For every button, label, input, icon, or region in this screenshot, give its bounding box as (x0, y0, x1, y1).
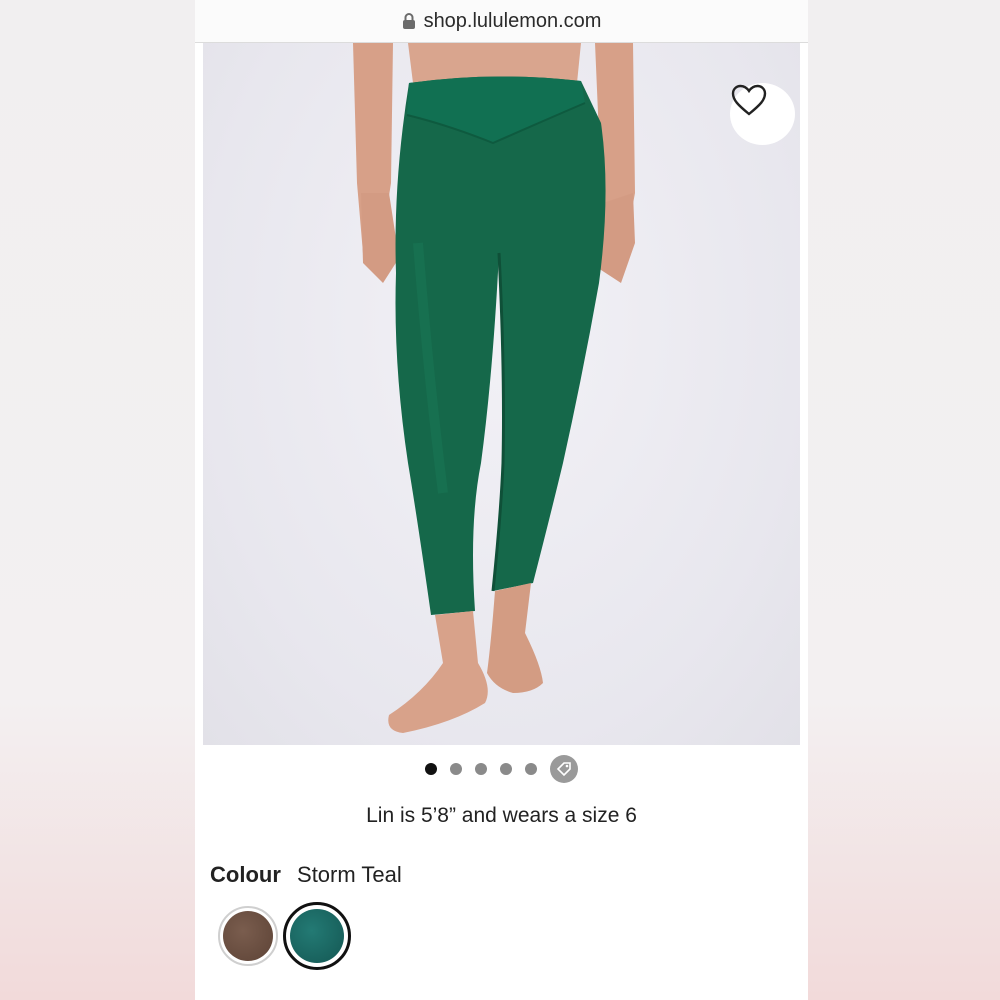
tag-icon[interactable] (550, 755, 578, 783)
carousel-dot[interactable] (475, 763, 487, 775)
left-backdrop (0, 0, 195, 1000)
carousel-dot[interactable] (425, 763, 437, 775)
image-carousel-indicator (195, 753, 808, 785)
colour-label: Colour (210, 862, 281, 887)
colour-swatch-brown[interactable] (218, 906, 278, 966)
colour-value: Storm Teal (297, 862, 402, 887)
url-text: shop.lululemon.com (423, 9, 602, 32)
model-illustration (353, 43, 635, 733)
carousel-dot[interactable] (450, 763, 462, 775)
product-image[interactable] (203, 43, 800, 745)
carousel-dot[interactable] (500, 763, 512, 775)
phone-screen: shop.lululemon.com Lin is 5’8” and wears… (195, 0, 808, 1000)
address-bar[interactable]: shop.lululemon.com (195, 0, 808, 43)
carousel-dot[interactable] (525, 763, 537, 775)
swatch-fill (223, 911, 273, 961)
right-backdrop (808, 0, 1000, 1000)
lock-icon (402, 12, 416, 30)
colour-swatch-storm-teal[interactable] (283, 902, 351, 970)
model-size-note: Lin is 5’8” and wears a size 6 (366, 804, 637, 827)
swatch-fill (290, 909, 344, 963)
colour-selection-label: Colour Storm Teal (210, 862, 402, 888)
favorite-button[interactable] (730, 83, 795, 145)
